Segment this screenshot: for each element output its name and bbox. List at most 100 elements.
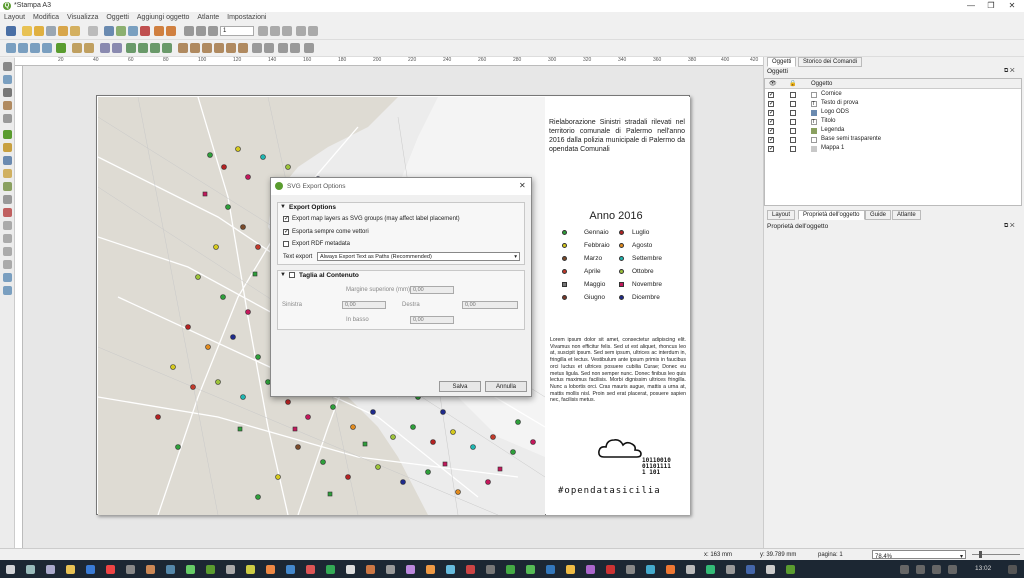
atlas-next-icon[interactable] <box>258 26 268 36</box>
visibility-checkbox[interactable]: ✓ <box>768 92 774 98</box>
add-scalebar-icon[interactable] <box>3 195 12 204</box>
add-node-icon[interactable] <box>3 260 12 269</box>
duplicate-icon[interactable] <box>34 26 44 36</box>
app-icon[interactable] <box>366 565 375 574</box>
zoom-actual-icon[interactable] <box>42 43 52 53</box>
atlas-preview-icon[interactable] <box>196 26 206 36</box>
zoom-slider-handle[interactable] <box>979 551 982 558</box>
qgis-taskbar-icon[interactable] <box>786 565 795 574</box>
zoom-select[interactable]: 78.4% ▾ <box>872 550 966 560</box>
menu-oggetti[interactable]: Oggetti <box>106 12 129 23</box>
select-icon[interactable] <box>3 88 12 97</box>
network-icon[interactable] <box>932 565 941 574</box>
volume-icon[interactable] <box>948 565 957 574</box>
app-icon[interactable] <box>106 565 115 574</box>
app-icon[interactable] <box>646 565 655 574</box>
tab-layout[interactable]: Layout <box>767 210 796 220</box>
zoom-tool-icon[interactable] <box>3 75 12 84</box>
qgis-taskbar-icon[interactable] <box>206 565 215 574</box>
app-icon[interactable] <box>586 565 595 574</box>
add-template-icon[interactable] <box>58 26 68 36</box>
align-bottom-icon[interactable] <box>238 43 248 53</box>
tray-icon[interactable] <box>916 565 925 574</box>
atlas-export-icon[interactable] <box>296 26 306 36</box>
atlas-export-pdf-icon[interactable] <box>308 26 318 36</box>
app-icon[interactable] <box>486 565 495 574</box>
lock-items-icon[interactable] <box>72 43 82 53</box>
export-pdf-icon[interactable] <box>140 26 150 36</box>
app-icon[interactable] <box>466 565 475 574</box>
save-button[interactable]: Salva <box>439 381 481 392</box>
app-icon[interactable] <box>346 565 355 574</box>
tray-icon[interactable] <box>900 565 909 574</box>
raise-icon[interactable] <box>126 43 136 53</box>
search-icon[interactable] <box>26 565 35 574</box>
app-icon[interactable] <box>286 565 295 574</box>
crop-checkbox[interactable] <box>289 272 295 278</box>
open-template-icon[interactable] <box>70 26 80 36</box>
lower-icon[interactable] <box>138 43 148 53</box>
undo-icon[interactable] <box>154 26 164 36</box>
zoom-full-icon[interactable] <box>6 43 16 53</box>
app-icon[interactable] <box>546 565 555 574</box>
export-image-icon[interactable] <box>116 26 126 36</box>
menu-modifica[interactable]: Modifica <box>33 12 59 23</box>
app-icon[interactable] <box>626 565 635 574</box>
export-svg-icon[interactable] <box>128 26 138 36</box>
notifications-icon[interactable] <box>1008 565 1017 574</box>
list-item[interactable]: ✓ T Titolo <box>765 117 1021 126</box>
menu-atlante[interactable]: Atlante <box>197 12 219 23</box>
lock-checkbox[interactable] <box>790 119 796 125</box>
add-3d-map-icon[interactable] <box>3 143 12 152</box>
brand-text[interactable]: #opendatasicilia <box>558 486 661 496</box>
add-shape-icon[interactable] <box>3 221 12 230</box>
resize-height-icon[interactable] <box>290 43 300 53</box>
atlas-print-icon[interactable] <box>282 26 292 36</box>
distribute-icon[interactable] <box>252 43 262 53</box>
explorer-icon[interactable] <box>66 565 75 574</box>
align-left-icon[interactable] <box>178 43 188 53</box>
visibility-checkbox[interactable]: ✓ <box>768 119 774 125</box>
right-margin-input[interactable]: 0,00 <box>462 301 518 309</box>
resize-width-icon[interactable] <box>278 43 288 53</box>
send-back-icon[interactable] <box>162 43 172 53</box>
app-icon[interactable] <box>426 565 435 574</box>
margin-top-input[interactable]: 0,00 <box>410 286 454 294</box>
unlock-items-icon[interactable] <box>84 43 94 53</box>
resize-square-icon[interactable] <box>304 43 314 53</box>
add-table-icon[interactable] <box>3 273 12 282</box>
app-icon[interactable] <box>506 565 515 574</box>
list-item[interactable]: ✓ Cornice <box>765 90 1021 99</box>
list-item[interactable]: ✓ Mappa 1 <box>765 144 1021 153</box>
add-north-arrow-icon[interactable] <box>3 208 12 217</box>
visibility-checkbox[interactable]: ✓ <box>768 146 774 152</box>
legend-title[interactable]: Anno 2016 <box>546 210 686 222</box>
add-legend-icon[interactable] <box>3 182 12 191</box>
move-content-icon[interactable] <box>3 101 12 110</box>
float-panel-icon[interactable]: ⧉ ✕ <box>1004 223 1015 230</box>
menu-impostazioni[interactable]: Impostazioni <box>227 12 266 23</box>
visibility-checkbox[interactable]: ✓ <box>768 110 774 116</box>
redo-icon[interactable] <box>166 26 176 36</box>
app-icon[interactable] <box>446 565 455 574</box>
tab-storico-comandi[interactable]: Storico dei Comandi <box>798 57 863 67</box>
add-label-icon[interactable] <box>3 169 12 178</box>
text-export-select[interactable]: Always Export Text as Paths (Recommended… <box>317 252 520 261</box>
edit-nodes-icon[interactable] <box>3 114 12 123</box>
zoom-in-icon[interactable] <box>18 43 28 53</box>
bring-front-icon[interactable] <box>150 43 160 53</box>
save-icon[interactable] <box>6 26 16 36</box>
ungroup-icon[interactable] <box>112 43 122 53</box>
app-icon[interactable] <box>406 565 415 574</box>
app-icon[interactable] <box>226 565 235 574</box>
list-item[interactable]: ✓ Base semi trasparente <box>765 135 1021 144</box>
vectors-checkbox[interactable]: ✓ <box>283 229 289 235</box>
minimize-button[interactable]: — <box>964 1 978 11</box>
tab-atlante[interactable]: Atlante <box>892 210 921 220</box>
page-setup-icon[interactable] <box>88 26 98 36</box>
lorem-text[interactable]: Lorem ipsum dolor sit amet, consectetur … <box>550 337 686 404</box>
collapse-arrow-icon[interactable]: ▼ <box>280 204 286 210</box>
bottom-margin-input[interactable]: 0,00 <box>410 316 454 324</box>
app-icon[interactable] <box>166 565 175 574</box>
dialog-close-icon[interactable]: ✕ <box>519 181 526 190</box>
